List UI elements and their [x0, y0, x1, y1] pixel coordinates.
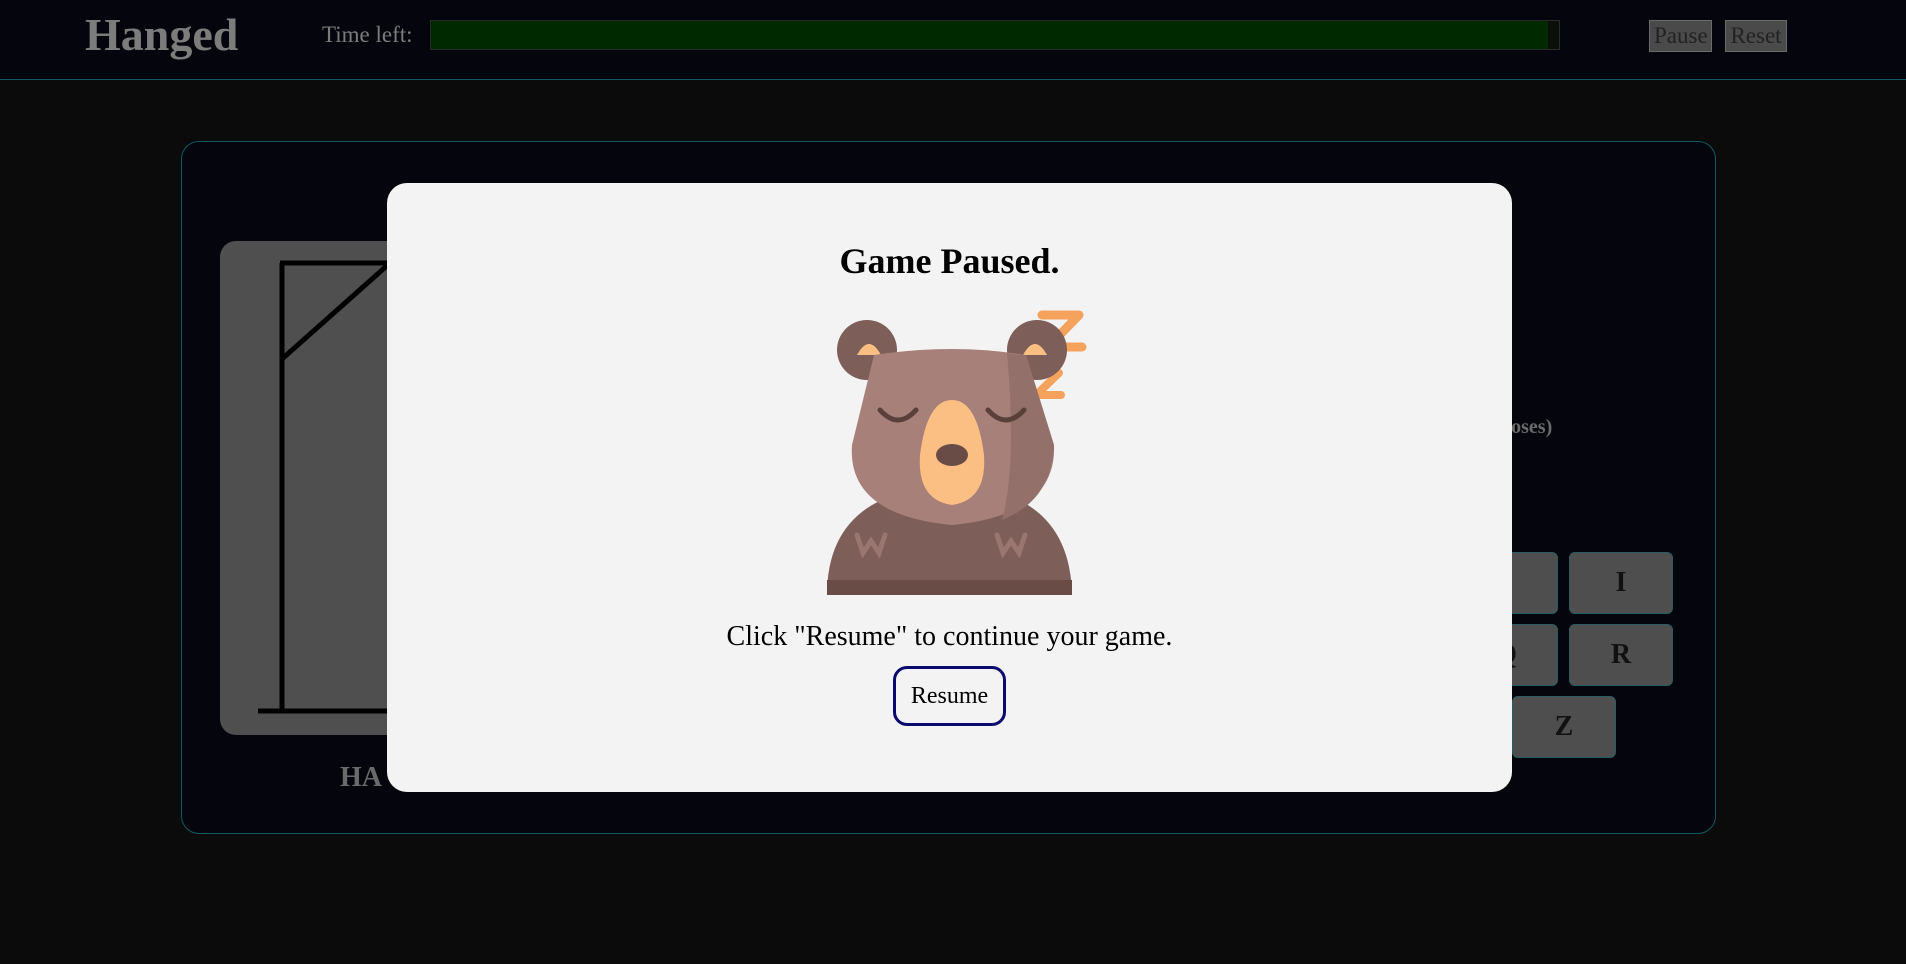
pause-modal: Game Paused. Click "Resume" to continue …: [387, 183, 1512, 792]
resume-button[interactable]: Resume: [893, 666, 1006, 726]
sleeping-bear-icon: [827, 310, 1087, 595]
pause-overlay: Game Paused. Click "Resume" to continue …: [0, 0, 1906, 964]
modal-title: Game Paused.: [839, 241, 1060, 281]
modal-message: Click "Resume" to continue your game.: [726, 621, 1173, 652]
